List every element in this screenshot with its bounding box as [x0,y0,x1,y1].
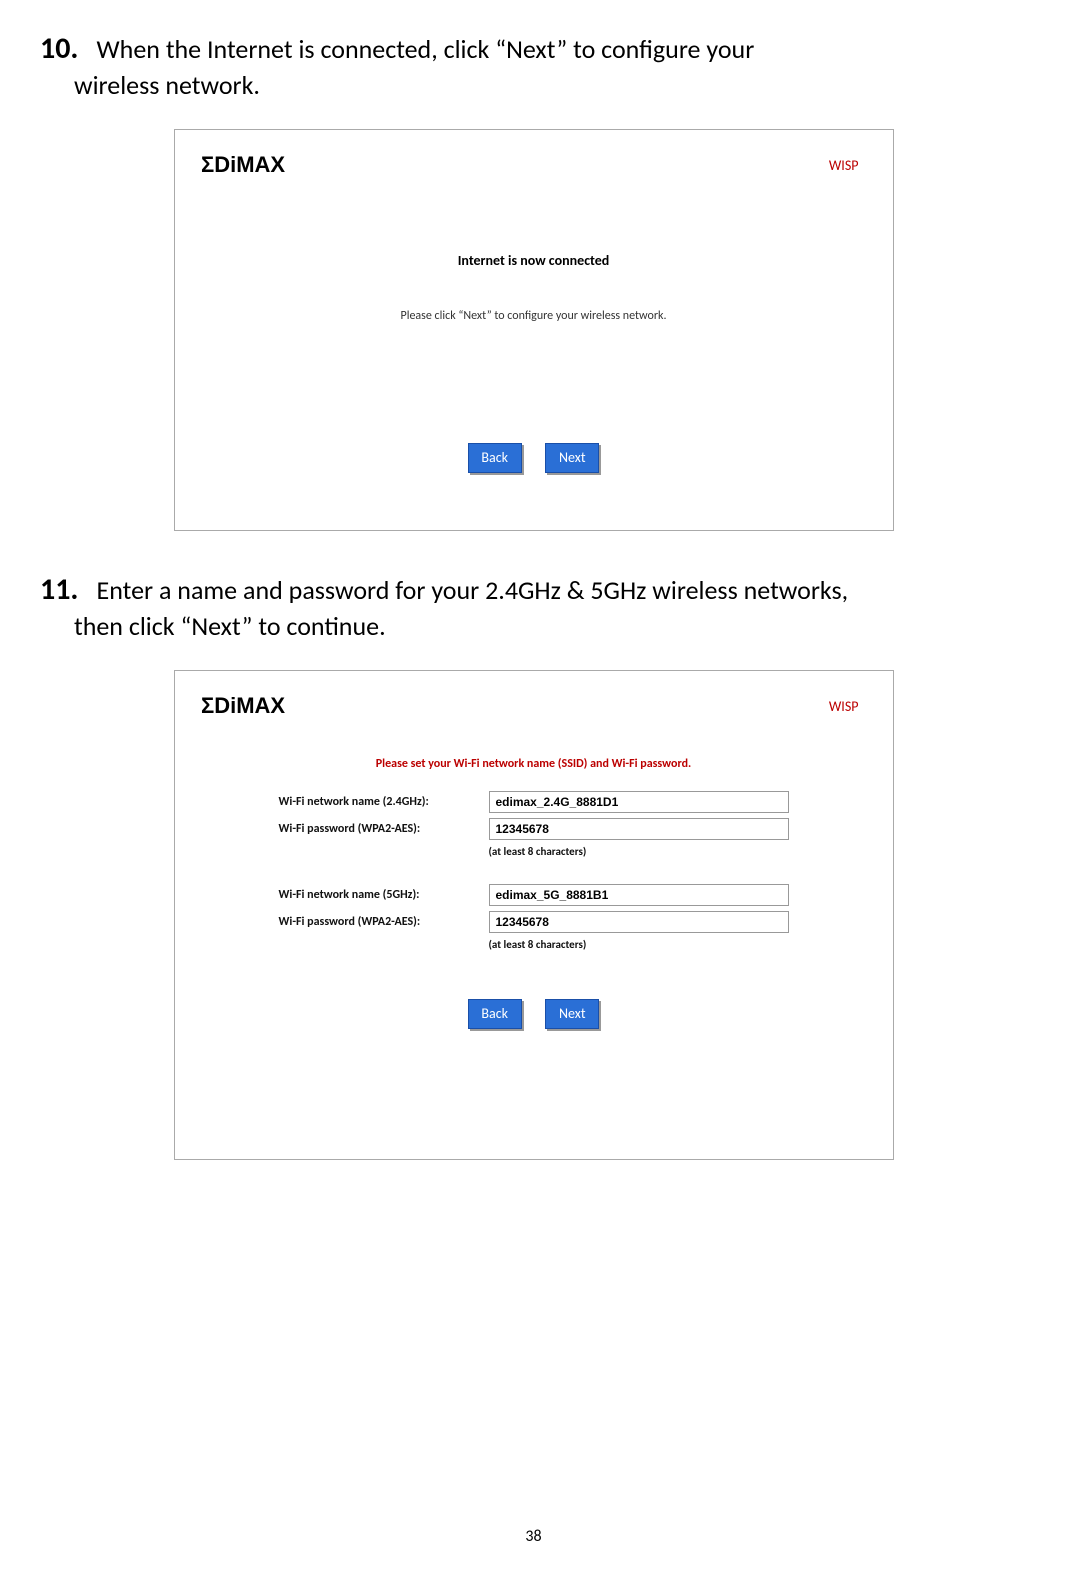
back-button[interactable]: Back [468,999,522,1029]
mode-label: WISP [829,698,859,715]
wifi-24-name-input[interactable] [489,791,789,813]
step-10: 10. When the Internet is connected, clic… [40,30,1027,101]
page-number: 38 [0,1527,1067,1546]
step-text-line2: wireless network. [40,69,1027,101]
svg-text:ΣDiMAX: ΣDiMAX [201,152,285,177]
wifi-5-name-input[interactable] [489,884,789,906]
step-number: 11. [40,571,78,608]
mode-label: WISP [829,157,859,174]
svg-text:ΣDiMAX: ΣDiMAX [201,693,285,718]
wifi-5ghz-block: Wi-Fi network name (5GHz): Wi-Fi passwor… [279,884,789,951]
instruction-text: Please click “Next” to configure your wi… [201,309,867,323]
step-text-line1: Enter a name and password for your 2.4GH… [97,574,849,606]
wifi-5-password-label: Wi-Fi password (WPA2-AES): [279,915,489,929]
step-11: 11. Enter a name and password for your 2… [40,571,1027,642]
wifi-24-name-label: Wi-Fi network name (2.4GHz): [279,795,489,809]
form-instruction: Please set your Wi-Fi network name (SSID… [201,757,867,771]
screenshot-panel-connected: ΣDiMAX WISP Internet is now connected Pl… [174,129,894,531]
screenshot-panel-wifi-setup: ΣDiMAX WISP Please set your Wi-Fi networ… [174,670,894,1160]
step-text-line1: When the Internet is connected, click “N… [97,33,755,65]
wifi-5-hint: (at least 8 characters) [489,938,789,951]
wifi-24ghz-block: Wi-Fi network name (2.4GHz): Wi-Fi passw… [279,791,789,858]
next-button[interactable]: Next [545,999,599,1029]
status-text: Internet is now connected [201,252,867,269]
wifi-24-password-input[interactable] [489,818,789,840]
back-button[interactable]: Back [468,443,522,473]
wifi-24-password-label: Wi-Fi password (WPA2-AES): [279,822,489,836]
step-text-line2: then click “Next” to continue. [40,610,1027,642]
edimax-logo-icon: ΣDiMAX [201,150,341,180]
next-button[interactable]: Next [545,443,599,473]
wifi-5-name-label: Wi-Fi network name (5GHz): [279,888,489,902]
wifi-5-password-input[interactable] [489,911,789,933]
edimax-logo-icon: ΣDiMAX [201,691,341,721]
wifi-24-hint: (at least 8 characters) [489,845,789,858]
step-number: 10. [40,30,78,67]
